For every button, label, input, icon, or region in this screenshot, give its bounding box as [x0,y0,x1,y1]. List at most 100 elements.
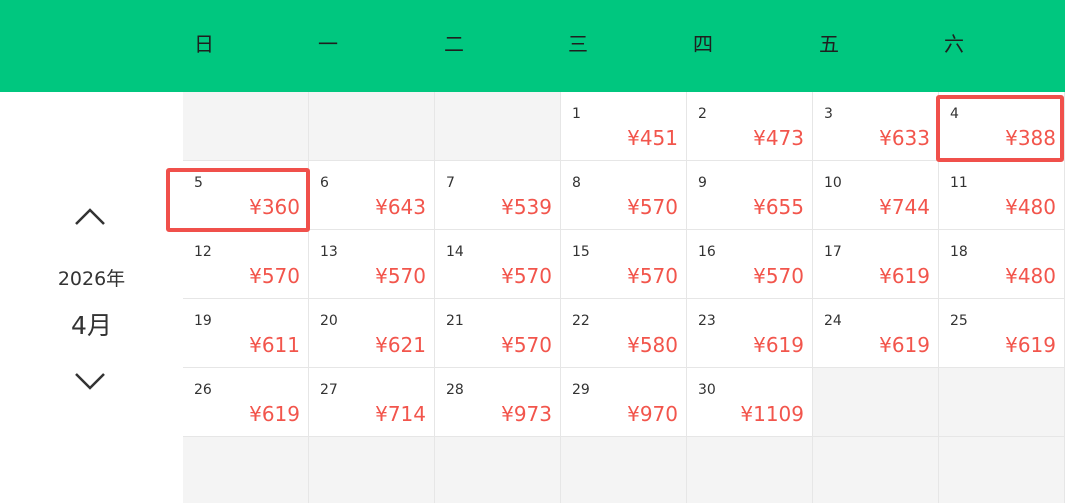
day-cell[interactable]: 27 ¥714 [309,368,435,437]
day-cell[interactable]: 29 ¥970 [561,368,687,437]
day-price: ¥619 [1005,333,1056,357]
day-cell[interactable]: 30 ¥1109 [687,368,813,437]
day-number: 23 [698,313,716,329]
day-number: 25 [950,313,968,329]
day-number: 26 [194,382,212,398]
day-cell[interactable]: 12 ¥570 [183,230,309,299]
weekday-label: 一 [318,32,338,56]
day-price: ¥655 [753,195,804,219]
day-number: 10 [824,175,842,191]
day-number: 11 [950,175,968,191]
day-cell[interactable]: 5 ¥360 [183,161,309,230]
day-cell[interactable]: 8 ¥570 [561,161,687,230]
day-cell[interactable]: 23 ¥619 [687,299,813,368]
day-cell[interactable]: 19 ¥611 [183,299,309,368]
day-price: ¥570 [627,264,678,288]
chevron-up-icon [75,208,105,225]
day-price: ¥973 [501,402,552,426]
day-cell[interactable]: 18 ¥480 [939,230,1065,299]
day-number: 29 [572,382,590,398]
day-price: ¥388 [1005,126,1056,150]
day-number: 8 [572,175,581,191]
day-price: ¥570 [501,333,552,357]
price-calendar: 日 一 二 三 四 五 六 2026年 4月 1 ¥451 2 ¥473 3 ¥633 4 ¥388 5 ¥3… [0,0,1065,503]
day-number: 3 [824,106,833,122]
prev-month-button[interactable] [72,204,108,228]
day-price: ¥451 [627,126,678,150]
day-price: ¥714 [375,402,426,426]
day-number: 24 [824,313,842,329]
day-cell[interactable]: 28 ¥973 [435,368,561,437]
day-number: 21 [446,313,464,329]
weekday-label: 五 [819,32,839,56]
day-price: ¥621 [375,333,426,357]
day-cell[interactable]: 14 ¥570 [435,230,561,299]
day-cell[interactable]: 11 ¥480 [939,161,1065,230]
weekday-label: 三 [568,32,588,56]
day-number: 4 [950,106,959,122]
day-cell[interactable]: 22 ¥580 [561,299,687,368]
weekday-label: 二 [444,32,464,56]
day-price: ¥570 [375,264,426,288]
day-cell[interactable]: 3 ¥633 [813,92,939,161]
day-price: ¥633 [879,126,930,150]
year-label: 2026年 [57,268,126,290]
day-number: 18 [950,244,968,260]
day-cell[interactable]: 13 ¥570 [309,230,435,299]
empty-day-cell [183,92,309,161]
day-number: 15 [572,244,590,260]
day-cell[interactable]: 24 ¥619 [813,299,939,368]
day-cell[interactable]: 25 ¥619 [939,299,1065,368]
day-cell[interactable]: 10 ¥744 [813,161,939,230]
day-cell[interactable]: 9 ¥655 [687,161,813,230]
weekday-label: 六 [944,32,964,56]
day-number: 6 [320,175,329,191]
day-cell[interactable]: 1 ¥451 [561,92,687,161]
calendar-grid: 1 ¥451 2 ¥473 3 ¥633 4 ¥388 5 ¥360 6 ¥643 7 ¥539 8 ¥570… [166,92,1065,503]
day-number: 17 [824,244,842,260]
day-price: ¥1109 [740,402,804,426]
day-price: ¥970 [627,402,678,426]
day-cell[interactable]: 7 ¥539 [435,161,561,230]
month-navigator: 2026年 4月 [0,92,183,503]
day-price: ¥619 [879,264,930,288]
day-price: ¥539 [501,195,552,219]
day-number: 30 [698,382,716,398]
day-cell[interactable]: 17 ¥619 [813,230,939,299]
day-number: 22 [572,313,590,329]
day-price: ¥570 [627,195,678,219]
day-cell[interactable]: 15 ¥570 [561,230,687,299]
day-price: ¥360 [249,195,300,219]
day-cell[interactable]: 16 ¥570 [687,230,813,299]
empty-day-cell [309,437,435,503]
empty-day-cell [309,92,435,161]
weekday-label: 日 [194,32,214,56]
day-price: ¥480 [1005,264,1056,288]
day-cell[interactable]: 20 ¥621 [309,299,435,368]
day-number: 13 [320,244,338,260]
day-price: ¥744 [879,195,930,219]
chevron-down-icon [75,373,105,390]
day-cell[interactable]: 21 ¥570 [435,299,561,368]
day-cell[interactable]: 4 ¥388 [939,92,1065,161]
day-number: 12 [194,244,212,260]
day-cell[interactable]: 26 ¥619 [183,368,309,437]
day-number: 9 [698,175,707,191]
empty-day-cell [435,92,561,161]
empty-day-cell [435,437,561,503]
day-cell[interactable]: 6 ¥643 [309,161,435,230]
day-price: ¥473 [753,126,804,150]
day-cell[interactable]: 2 ¥473 [687,92,813,161]
day-price: ¥480 [1005,195,1056,219]
day-price: ¥570 [249,264,300,288]
day-number: 7 [446,175,455,191]
day-price: ¥619 [879,333,930,357]
day-price: ¥611 [249,333,300,357]
day-number: 16 [698,244,716,260]
day-number: 2 [698,106,707,122]
day-price: ¥619 [249,402,300,426]
day-price: ¥580 [627,333,678,357]
day-number: 20 [320,313,338,329]
next-month-button[interactable] [72,370,108,394]
month-label: 4月 [71,311,112,340]
